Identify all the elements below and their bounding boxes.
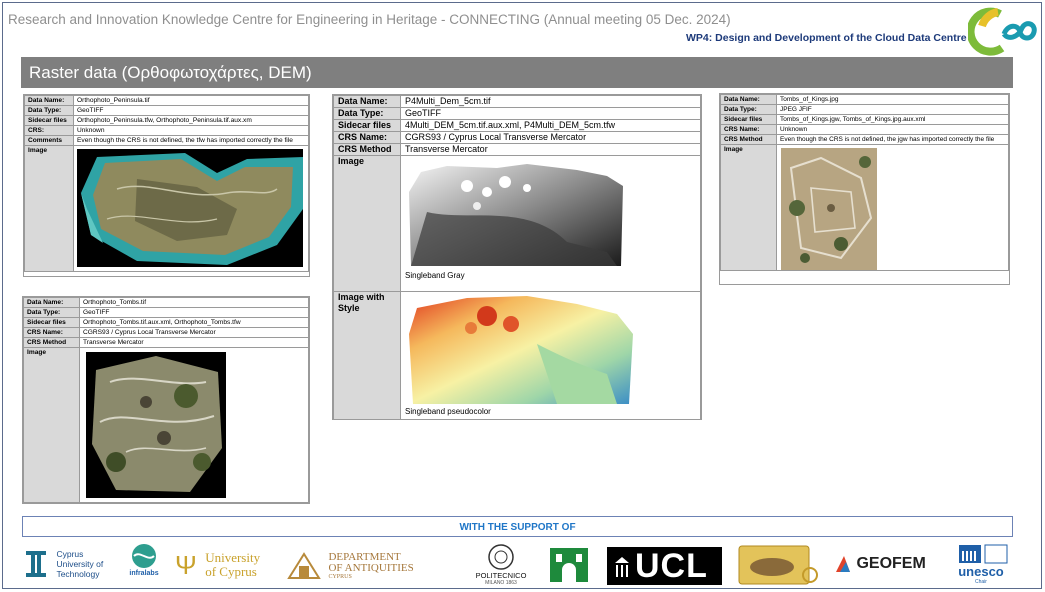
card-dem: Data Name: P4Multi_Dem_5cm.tif Data Type:… [332,94,702,420]
label-crs-name: CRS Name: [333,131,401,144]
value-crs-name: Unknown [776,124,1009,135]
ucy-logo-icon: Ψ [175,550,197,580]
support-banner: WITH THE SUPPORT OF [22,516,1013,537]
dem-gray-image [407,162,700,266]
label-data-name: Data Name: [24,95,74,106]
section-title: Raster data (Ορθοφωτοχάρτες, DEM) [29,63,312,82]
ucl-logo: UCL [607,547,722,585]
value-data-name: Orthophoto_Peninsula.tif [73,95,309,106]
unesco-logo: unesco Chair [948,543,1014,585]
label-data-type: Data Type: [333,107,401,120]
value-data-type: GeoTIFF [400,107,701,120]
value-data-name: Orthophoto_Tombs.tif [79,297,309,308]
unesco-text: unesco [958,564,1004,579]
value-crs-method: Transverse Mercator [400,143,701,156]
geofem-text: GEOFEM [856,555,926,572]
label-crs: CRS: [24,125,74,136]
label-image: Image [23,347,80,503]
label-crs-name: CRS Name: [23,327,80,338]
label-data-name: Data Name: [333,95,401,108]
value-crs: Unknown [73,125,309,136]
label-image: Image [24,145,74,272]
value-sidecar: Tombs_of_Kings.jgw, Tombs_of_Kings.jpg.a… [776,114,1009,125]
label-crs-method: CRS Method [23,337,80,348]
value-sidecar: 4Multi_DEM_5cm.tif.aux.xml, P4Multi_DEM_… [400,119,701,132]
ucy-logo: Ψ University of Cyprus [175,550,261,580]
dem-pseudocolor-image [407,294,700,406]
ucy-line-1: University [205,550,261,565]
metadata-table: Data Name: Orthophoto_Peninsula.tif Data … [24,95,309,272]
label-data-type: Data Type: [24,105,74,116]
cut-line-1: Cyprus [56,549,84,559]
infralabs-text: infralabs [129,570,159,577]
label-sidecar: Sidecar files [333,119,401,132]
section-band: Raster data (Ορθοφωτοχάρτες, DEM) [21,57,1013,88]
header-title: Research and Innovation Knowledge Centre… [8,12,731,27]
green-castle-logo-icon [548,546,590,584]
polimi-logo: POLITECNICO MILANO 1863 [468,543,534,586]
connecting-logo-icon [968,6,1040,56]
value-comments: Even though the CRS is not defined, the … [73,135,309,146]
caption-gray: Singleband Gray [405,271,465,280]
doa-logo-icon [287,552,321,579]
metadata-table: Data Name: Orthophoto_Tombs.tif Data Type… [23,297,309,503]
cut-line-3: Technology [56,569,100,579]
value-data-type: JPEG JFIF [776,104,1009,115]
value-crs-method: Even though the CRS is not defined, the … [776,134,1009,145]
label-image-with-style: Image with Style [333,291,401,420]
value-data-type: GeoTIFF [79,307,309,318]
card-orthophoto-peninsula: Data Name: Orthophoto_Peninsula.tif Data … [23,94,310,277]
value-crs-name: CGRS93 / Cyprus Local Transverse Mercato… [79,327,309,338]
header-wp: WP4: Design and Development of the Cloud… [686,32,967,44]
label-sidecar: Sidecar files [23,317,80,328]
label-data-type: Data Type: [23,307,80,318]
unesco-temple-icon [959,544,1008,564]
label-crs-method: CRS Method [720,134,777,145]
polimi-logo-icon [488,544,514,570]
doa-line-2: OF ANTIQUITIES [328,562,414,574]
support-title: WITH THE SUPPORT OF [459,522,576,533]
ucl-portico-icon [615,557,629,577]
metadata-table: Data Name: Tombs_of_Kings.jpg Data Type: J… [720,94,1009,271]
tombs-of-kings-image [781,148,1008,270]
label-data-name: Data Name: [720,94,777,105]
label-sidecar: Sidecar files [720,114,777,125]
metadata-table: Data Name: P4Multi_Dem_5cm.tif Data Type:… [333,95,701,420]
label-data-name: Data Name: [23,297,80,308]
label-crs-name: CRS Name: [720,124,777,135]
card-orthophoto-tombs: Data Name: Orthophoto_Tombs.tif Data Type… [22,296,310,504]
infralabs-logo: infralabs [128,542,160,577]
orthophoto-tombs-image [86,352,308,498]
card-tombs-of-kings: Data Name: Tombs_of_Kings.jpg Data Type: J… [719,93,1010,285]
value-data-name: Tombs_of_Kings.jpg [776,94,1009,105]
label-image: Image [333,155,401,292]
label-image: Image [720,144,777,271]
label-data-type: Data Type: [720,104,777,115]
value-sidecar: Orthophoto_Tombs.tif.aux.xml, Orthophoto… [79,317,309,328]
doa-logo: DEPARTMENT OF ANTIQUITIES CYPRUS [287,552,414,581]
label-crs-method: CRS Method [333,143,401,156]
doa-line-3: CYPRUS [328,574,352,580]
cut-line-2: University of [56,559,104,569]
value-data-name: P4Multi_Dem_5cm.tif [400,95,701,108]
ucl-text: UCL [635,547,708,585]
geofem-logo: GEOFEM [834,554,926,574]
map-seal-logo-icon [738,545,818,585]
ucy-line-2: of Cyprus [205,564,257,579]
polimi-line-2: MILANO 1863 [485,580,517,586]
value-crs-method: Transverse Mercator [79,337,309,348]
label-sidecar: Sidecar files [24,115,74,126]
value-crs-name: CGRS93 / Cyprus Local Transverse Mercato… [400,131,701,144]
orthophoto-peninsula-image [77,149,308,267]
cut-logo: Cyprus University of Technology [24,549,103,579]
infralabs-logo-icon [132,544,156,568]
label-comments: Comments [24,135,74,146]
value-sidecar: Orthophoto_Peninsula.tfw, Orthophoto_Pen… [73,115,309,126]
cut-logo-icon [26,551,46,577]
value-data-type: GeoTIFF [73,105,309,116]
polimi-line-1: POLITECNICO [475,571,527,580]
unesco-chair-text: Chair [975,579,987,585]
geofem-logo-icon [836,556,850,572]
caption-pseudocolor: Singleband pseudocolor [405,407,491,416]
